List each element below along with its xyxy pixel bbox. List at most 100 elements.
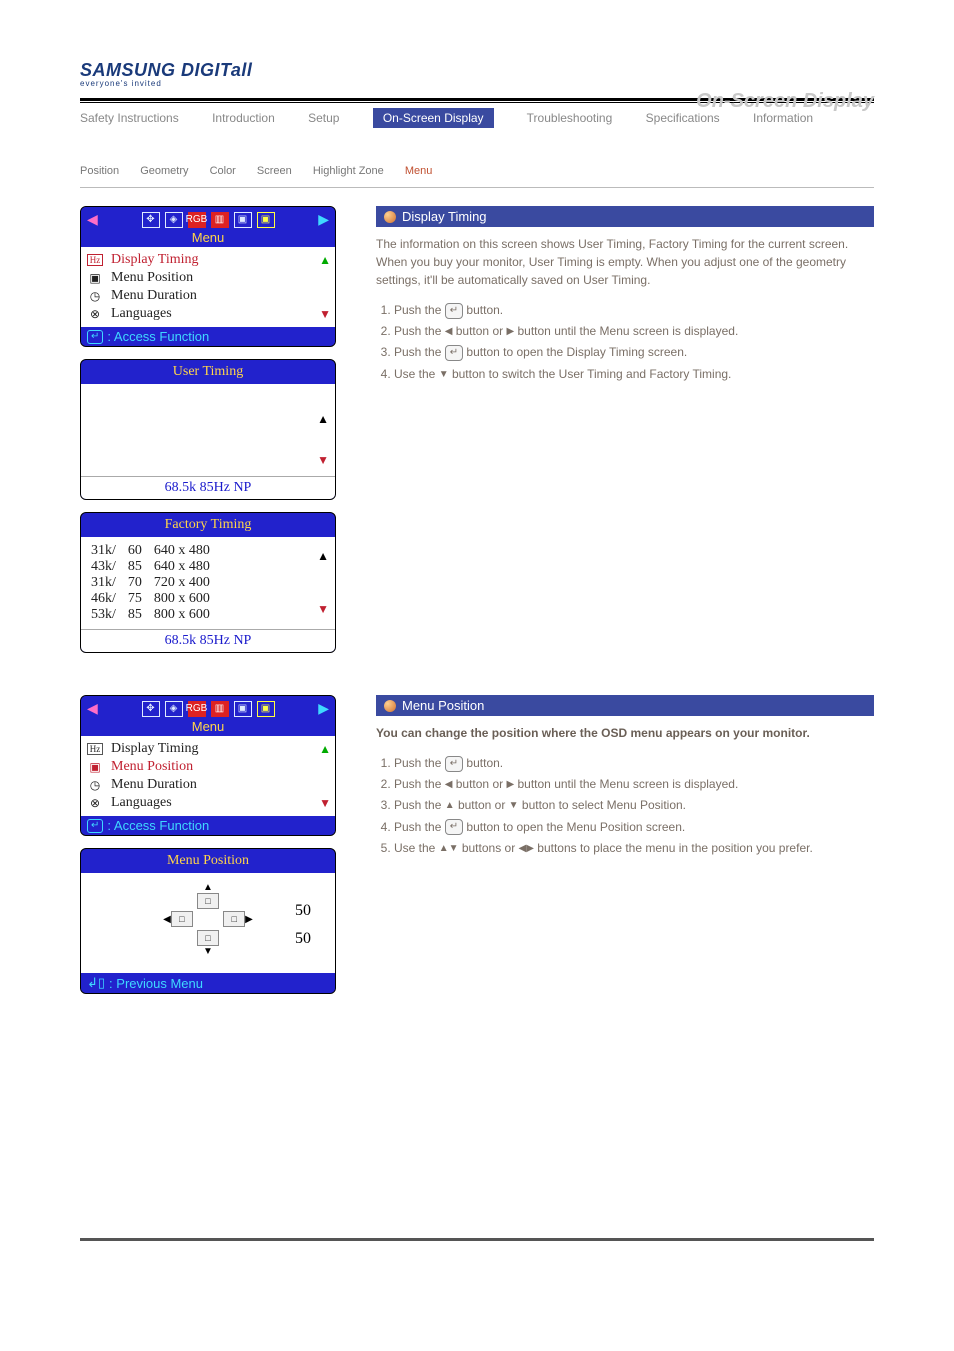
factory-timing-panel: Factory Timing 31k/60640 x 480 43k/85640… <box>80 512 336 653</box>
move-right-button[interactable]: □ <box>223 911 245 927</box>
scroll-up-icon[interactable]: ▲ <box>319 742 331 756</box>
step-2: Push the ◀ button or ▶ button until the … <box>394 775 874 794</box>
scroll-up-icon[interactable]: ▲ <box>317 412 329 427</box>
tab-safety[interactable]: Safety Instructions <box>80 111 179 125</box>
osd-iconbar: ◀ ✥ ◈ RGB ▥ ▣ ▣ ▶ <box>81 696 335 719</box>
position-item-icon: ▣ <box>87 760 103 775</box>
brand-name: SAMSUNG DIGITall <box>80 60 252 80</box>
subnav-screen[interactable]: Screen <box>257 165 292 177</box>
hz-icon: Hz <box>87 254 103 266</box>
color-icon[interactable]: RGB <box>188 212 206 228</box>
scroll-up-icon[interactable]: ▲ <box>317 549 329 564</box>
hz-icon: Hz <box>87 743 103 755</box>
scroll-down-icon[interactable]: ▼ <box>317 602 329 617</box>
menu-position-title: Menu Position <box>81 849 335 873</box>
geometry-icon[interactable]: ◈ <box>165 212 183 228</box>
subnav-geometry[interactable]: Geometry <box>140 165 188 177</box>
menu-position-steps: Push the ↵ button. Push the ◀ button or … <box>376 754 874 858</box>
up-arrow-icon: ▲ <box>445 800 455 811</box>
tab-trouble[interactable]: Troubleshooting <box>527 111 613 125</box>
down-arrow-icon: ▼ <box>203 946 213 957</box>
highlight-icon[interactable]: ▣ <box>234 701 252 717</box>
osd-item-menu-duration[interactable]: ◷ Menu Duration <box>87 287 329 305</box>
scroll-down-icon[interactable]: ▼ <box>317 453 329 468</box>
scroll-down-icon[interactable]: ▼ <box>319 307 331 321</box>
osd-menu-list: Hz Display Timing ▣ Menu Position ◷ Menu… <box>81 247 335 327</box>
osd-item-menu-position[interactable]: ▣ Menu Position <box>87 269 329 287</box>
table-row: 53k/85800 x 600 <box>91 607 325 623</box>
tab-osd[interactable]: On-Screen Display <box>373 108 494 128</box>
enter-icon: ↵ <box>445 756 463 772</box>
bullet-icon <box>384 700 396 712</box>
osd-item-languages[interactable]: ⊗ Languages <box>87 794 329 812</box>
menu-icon[interactable]: ▣ <box>257 701 275 717</box>
color-icon[interactable]: RGB <box>188 701 206 717</box>
osd-item-menu-position[interactable]: ▣ Menu Position <box>87 758 329 776</box>
screen-icon[interactable]: ▥ <box>211 701 229 717</box>
osd-menu-title: Menu <box>81 719 335 736</box>
position-icon[interactable]: ✥ <box>142 212 160 228</box>
move-down-button[interactable]: □ <box>197 930 219 946</box>
tab-specs[interactable]: Specifications <box>646 111 720 125</box>
step-1: Push the ↵ button. <box>394 301 874 320</box>
step-3: Push the ▲ button or ▼ button to select … <box>394 796 874 815</box>
subnav-menu[interactable]: Menu <box>405 165 433 177</box>
geometry-icon[interactable]: ◈ <box>165 701 183 717</box>
tab-setup[interactable]: Setup <box>308 111 339 125</box>
subnav-divider <box>80 187 874 188</box>
brand-logo: SAMSUNG DIGITall everyone's invited <box>80 60 874 88</box>
step-1: Push the ↵ button. <box>394 754 874 773</box>
enter-icon: ↵ <box>445 819 463 835</box>
osd-iconbar: ◀ ✥ ◈ RGB ▥ ▣ ▣ ▶ <box>81 207 335 230</box>
user-timing-status: 68.5k 85Hz NP <box>81 476 335 499</box>
highlight-icon[interactable]: ▣ <box>234 212 252 228</box>
up-arrow-icon: ▲ <box>203 882 213 893</box>
step-5: Use the ▲▼ buttons or ◀▶ buttons to plac… <box>394 839 874 858</box>
clock-icon: ◷ <box>87 289 103 304</box>
table-row: 31k/70720 x 400 <box>91 575 325 591</box>
step-4: Push the ↵ button to open the Menu Posit… <box>394 818 874 837</box>
osd-item-display-timing[interactable]: Hz Display Timing <box>87 251 329 269</box>
tab-intro[interactable]: Introduction <box>212 111 275 125</box>
screen-icon[interactable]: ▥ <box>211 212 229 228</box>
user-timing-panel: User Timing ▲ ▼ 68.5k 85Hz NP <box>80 359 336 500</box>
move-up-button[interactable]: □ <box>197 893 219 909</box>
step-4: Use the ▼ button to switch the User Timi… <box>394 365 874 384</box>
exit-icon: ↲▯ <box>87 975 105 991</box>
osd-menu-list: Hz Display Timing ▣ Menu Position ◷ Menu… <box>81 736 335 816</box>
menu-icon[interactable]: ▣ <box>257 212 275 228</box>
brand-tagline: everyone's invited <box>80 79 874 88</box>
osd-menu-panel-2: ◀ ✥ ◈ RGB ▥ ▣ ▣ ▶ Menu Hz Display T <box>80 695 336 836</box>
scroll-down-icon[interactable]: ▼ <box>319 796 331 810</box>
scroll-up-icon[interactable]: ▲ <box>319 253 331 267</box>
lang-icon: ⊗ <box>87 307 103 322</box>
osd-menu-title: Menu <box>81 230 335 247</box>
display-timing-steps: Push the ↵ button. Push the ◀ button or … <box>376 301 874 384</box>
table-row: 43k/85640 x 480 <box>91 559 325 575</box>
subnav-position[interactable]: Position <box>80 165 119 177</box>
tab-info[interactable]: Information <box>753 111 813 125</box>
nav-left-icon[interactable]: ◀ <box>87 211 98 228</box>
enter-icon: ↵ <box>87 330 103 344</box>
osd-item-menu-duration[interactable]: ◷ Menu Duration <box>87 776 329 794</box>
nav-right-icon[interactable]: ▶ <box>318 211 329 228</box>
right-arrow-icon: ▶ <box>506 779 514 790</box>
position-icon[interactable]: ✥ <box>142 701 160 717</box>
enter-icon: ↵ <box>87 819 103 833</box>
subnav-highlight[interactable]: Highlight Zone <box>313 165 384 177</box>
user-timing-body: ▲ ▼ <box>81 384 335 476</box>
nav-left-icon[interactable]: ◀ <box>87 700 98 717</box>
factory-timing-title: Factory Timing <box>81 513 335 537</box>
table-row: 46k/75800 x 600 <box>91 591 325 607</box>
move-left-button[interactable]: □ <box>171 911 193 927</box>
factory-timing-body: 31k/60640 x 480 43k/85640 x 480 31k/7072… <box>81 537 335 629</box>
osd-item-display-timing[interactable]: Hz Display Timing <box>87 740 329 758</box>
nav-right-icon[interactable]: ▶ <box>318 700 329 717</box>
osd-menu-panel: ◀ ✥ ◈ RGB ▥ ▣ ▣ ▶ Menu Hz Display T <box>80 206 336 347</box>
menu-pos-value-v: 50 <box>295 925 311 953</box>
user-timing-title: User Timing <box>81 360 335 384</box>
footer-divider <box>80 1238 874 1241</box>
osd-item-languages[interactable]: ⊗ Languages <box>87 305 329 323</box>
sub-nav: Position Geometry Color Screen Highlight… <box>80 165 874 177</box>
subnav-color[interactable]: Color <box>210 165 236 177</box>
